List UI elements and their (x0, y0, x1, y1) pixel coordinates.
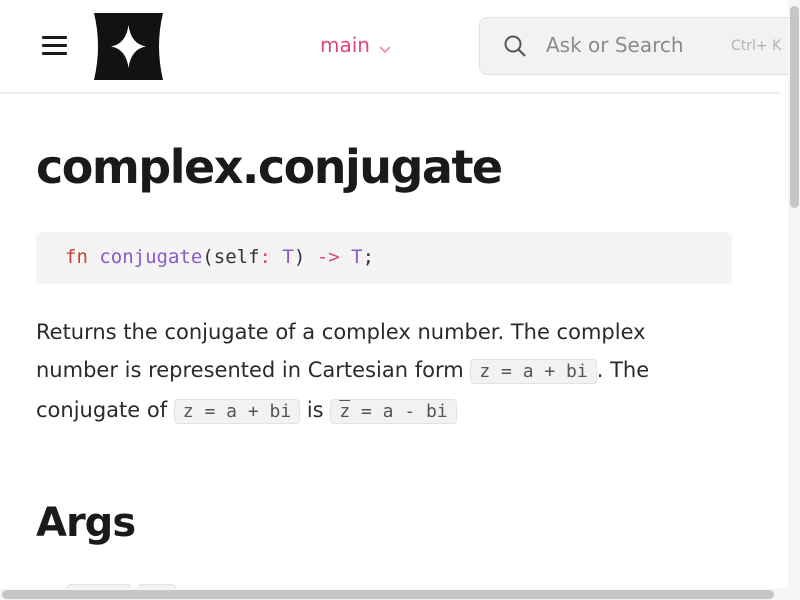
signature-keyword: fn (65, 246, 88, 268)
signature-close-paren: ) (293, 246, 306, 268)
page-title: complex.conjugate (36, 140, 503, 194)
top-header: main Ask or Search Ctrl+ K (0, 0, 800, 94)
vertical-scrollbar-thumb[interactable] (790, 6, 799, 208)
conjugate-rest: = a - bi (350, 401, 448, 422)
signature-function-name: conjugate (99, 246, 203, 268)
signature-colon: : (259, 246, 271, 268)
inline-code-conjugate: z = a - bi (330, 399, 457, 424)
vertical-scrollbar-track (788, 0, 800, 588)
site-logo[interactable] (93, 12, 164, 81)
signature-param: self (213, 246, 260, 268)
description-text-3: is (300, 398, 331, 422)
signature-arrow: -> (316, 246, 340, 268)
search-shortcut-hint: Ctrl+ K (731, 38, 782, 54)
horizontal-scrollbar-thumb[interactable] (2, 590, 774, 599)
signature-param-type: T (282, 246, 294, 268)
function-signature: fn conjugate(self: T) -> T; (36, 232, 732, 284)
conjugate-z-bar: z (339, 401, 351, 422)
function-description: Returns the conjugate of a complex numbe… (36, 313, 716, 431)
hamburger-menu-icon[interactable] (42, 36, 70, 58)
horizontal-scrollbar-track (0, 588, 800, 600)
inline-code-cartesian: z = a + bi (470, 359, 597, 384)
branch-selector[interactable]: main (320, 33, 392, 57)
signature-semicolon: ; (362, 246, 375, 268)
signature-open-paren: ( (202, 246, 214, 268)
search-placeholder: Ask or Search (546, 33, 684, 57)
args-heading: Args (36, 500, 136, 546)
inline-code-z: z = a + bi (173, 399, 301, 424)
search-icon (503, 34, 527, 58)
branch-label: main (320, 33, 370, 57)
chevron-down-icon (378, 38, 392, 54)
signature-return-type: T (351, 246, 363, 268)
search-bar[interactable]: Ask or Search Ctrl+ K (479, 17, 800, 75)
